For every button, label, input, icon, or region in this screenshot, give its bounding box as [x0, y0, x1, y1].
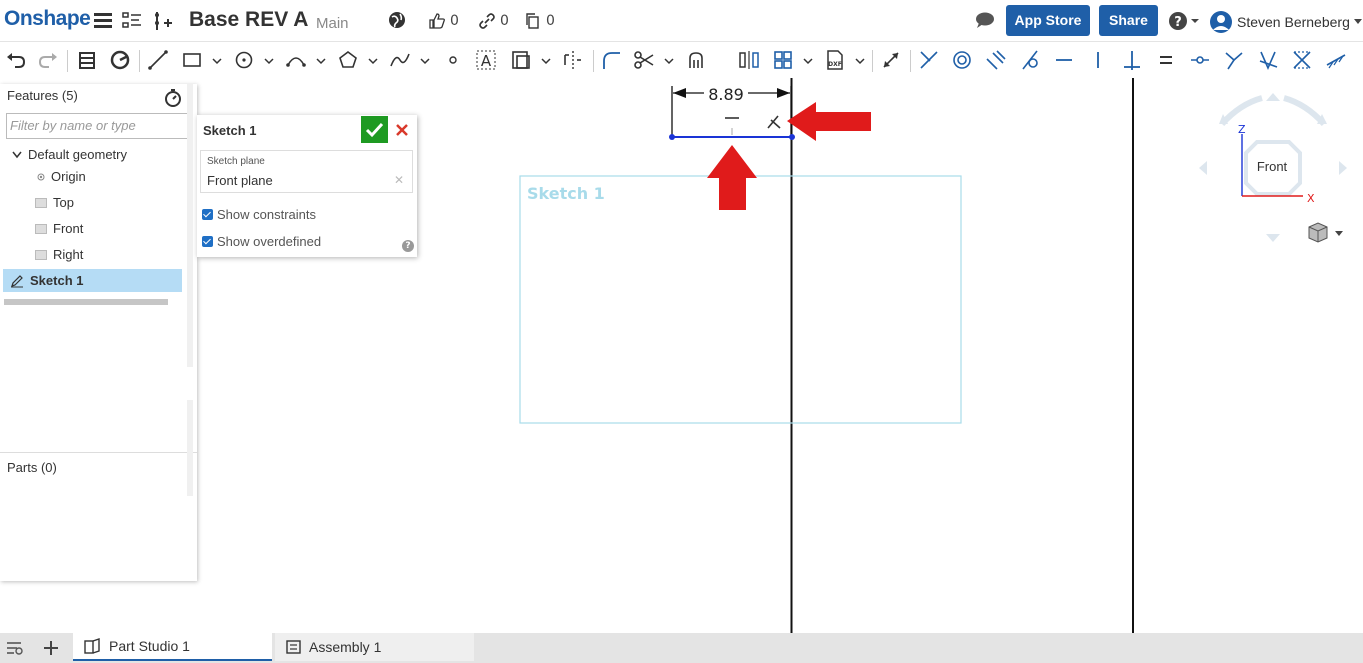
tree-item-right[interactable]: Right: [35, 247, 83, 262]
show-constraints-checkbox[interactable]: [202, 209, 213, 220]
features-title: Features (5): [7, 88, 78, 103]
axis-z-label: Z: [1238, 123, 1246, 136]
tree-item-origin[interactable]: Origin: [37, 169, 86, 184]
cancel-button[interactable]: [391, 119, 413, 141]
tab-list-icon[interactable]: [6, 640, 24, 660]
annotation-arrow-up: [707, 145, 757, 210]
show-constraints-label: Show constraints: [217, 207, 316, 222]
tree-item-label: Right: [53, 247, 84, 262]
dimension-value[interactable]: 8.89: [708, 85, 744, 104]
accept-button[interactable]: [361, 116, 388, 143]
bottom-tab-bar: Part Studio 1 Assembly 1: [0, 633, 1363, 663]
assembly-icon: [286, 640, 301, 654]
vertical-scrollbar[interactable]: [187, 400, 193, 496]
show-overdefined-label: Show overdefined: [217, 234, 322, 249]
tree-item-label: Top: [53, 195, 74, 210]
axis-x-label: X: [1307, 192, 1315, 205]
dimension-arrowhead: [777, 88, 790, 98]
coincident-constraint-glyph[interactable]: [767, 115, 781, 129]
tree-item-top[interactable]: Top: [35, 195, 74, 210]
pencil-icon: [11, 274, 23, 287]
clear-field-icon[interactable]: ✕: [394, 173, 404, 187]
graphics-viewport[interactable]: Sketch 1 8.89 Z X: [0, 0, 1363, 663]
sketch-plane-field[interactable]: Sketch plane Front plane ✕: [200, 150, 413, 193]
tree-item-label: Front: [53, 221, 84, 236]
sketch-plane-field-label: Sketch plane: [207, 156, 265, 167]
add-tab-icon[interactable]: [42, 639, 60, 661]
tab-part-studio-1[interactable]: Part Studio 1: [73, 633, 272, 661]
parts-title[interactable]: Parts (0): [7, 460, 57, 475]
tree-item-front[interactable]: Front: [35, 221, 83, 236]
tree-item-sketch-1-content[interactable]: Sketch 1: [10, 273, 83, 288]
sketch-dialog: Sketch 1 Sketch plane Front plane ✕ Show…: [197, 115, 417, 257]
tab-label: Part Studio 1: [109, 638, 190, 654]
feature-list-panel: Features (5) Filter by name or type Defa…: [0, 84, 197, 581]
help-icon[interactable]: ?: [402, 240, 414, 252]
feature-filter-input[interactable]: Filter by name or type: [6, 113, 188, 139]
dimension-arrowhead: [673, 88, 686, 98]
tree-item-label: Origin: [51, 169, 86, 184]
chevron-down-icon[interactable]: [12, 151, 22, 159]
sketch-endpoint[interactable]: [789, 134, 795, 140]
view-mode-icon[interactable]: [1308, 222, 1343, 243]
sketch-plane-outline[interactable]: [519, 175, 962, 424]
panel-divider[interactable]: [0, 452, 197, 453]
vertical-scrollbar[interactable]: [187, 84, 193, 367]
plane-icon: [35, 223, 47, 234]
show-overdefined-row[interactable]: Show overdefined: [202, 234, 321, 249]
show-constraints-row[interactable]: Show constraints: [202, 207, 316, 222]
show-overdefined-checkbox[interactable]: [202, 236, 213, 247]
tab-assembly-1[interactable]: Assembly 1: [275, 633, 474, 661]
rollback-timer-icon[interactable]: [163, 88, 183, 112]
horizontal-scrollbar[interactable]: [4, 299, 168, 305]
annotation-arrow-left: [787, 102, 871, 141]
tree-item-label: Sketch 1: [30, 273, 84, 288]
plane-icon: [35, 249, 47, 260]
sketch-endpoint[interactable]: [669, 134, 675, 140]
view-cube-face-label[interactable]: Front: [1249, 159, 1295, 174]
plane-icon: [35, 197, 47, 208]
tab-label: Assembly 1: [309, 639, 382, 655]
checkmark-icon: [365, 122, 384, 138]
origin-icon: [37, 173, 45, 180]
part-studio-icon: [84, 638, 100, 654]
close-icon: [396, 124, 408, 136]
default-geometry-folder[interactable]: Default geometry: [12, 147, 127, 162]
default-geometry-label: Default geometry: [28, 147, 127, 162]
sketch-dialog-title[interactable]: Sketch 1: [203, 123, 256, 138]
sketch-plane-label: Sketch 1: [527, 184, 605, 203]
sketch-plane-field-value: Front plane: [207, 173, 273, 188]
